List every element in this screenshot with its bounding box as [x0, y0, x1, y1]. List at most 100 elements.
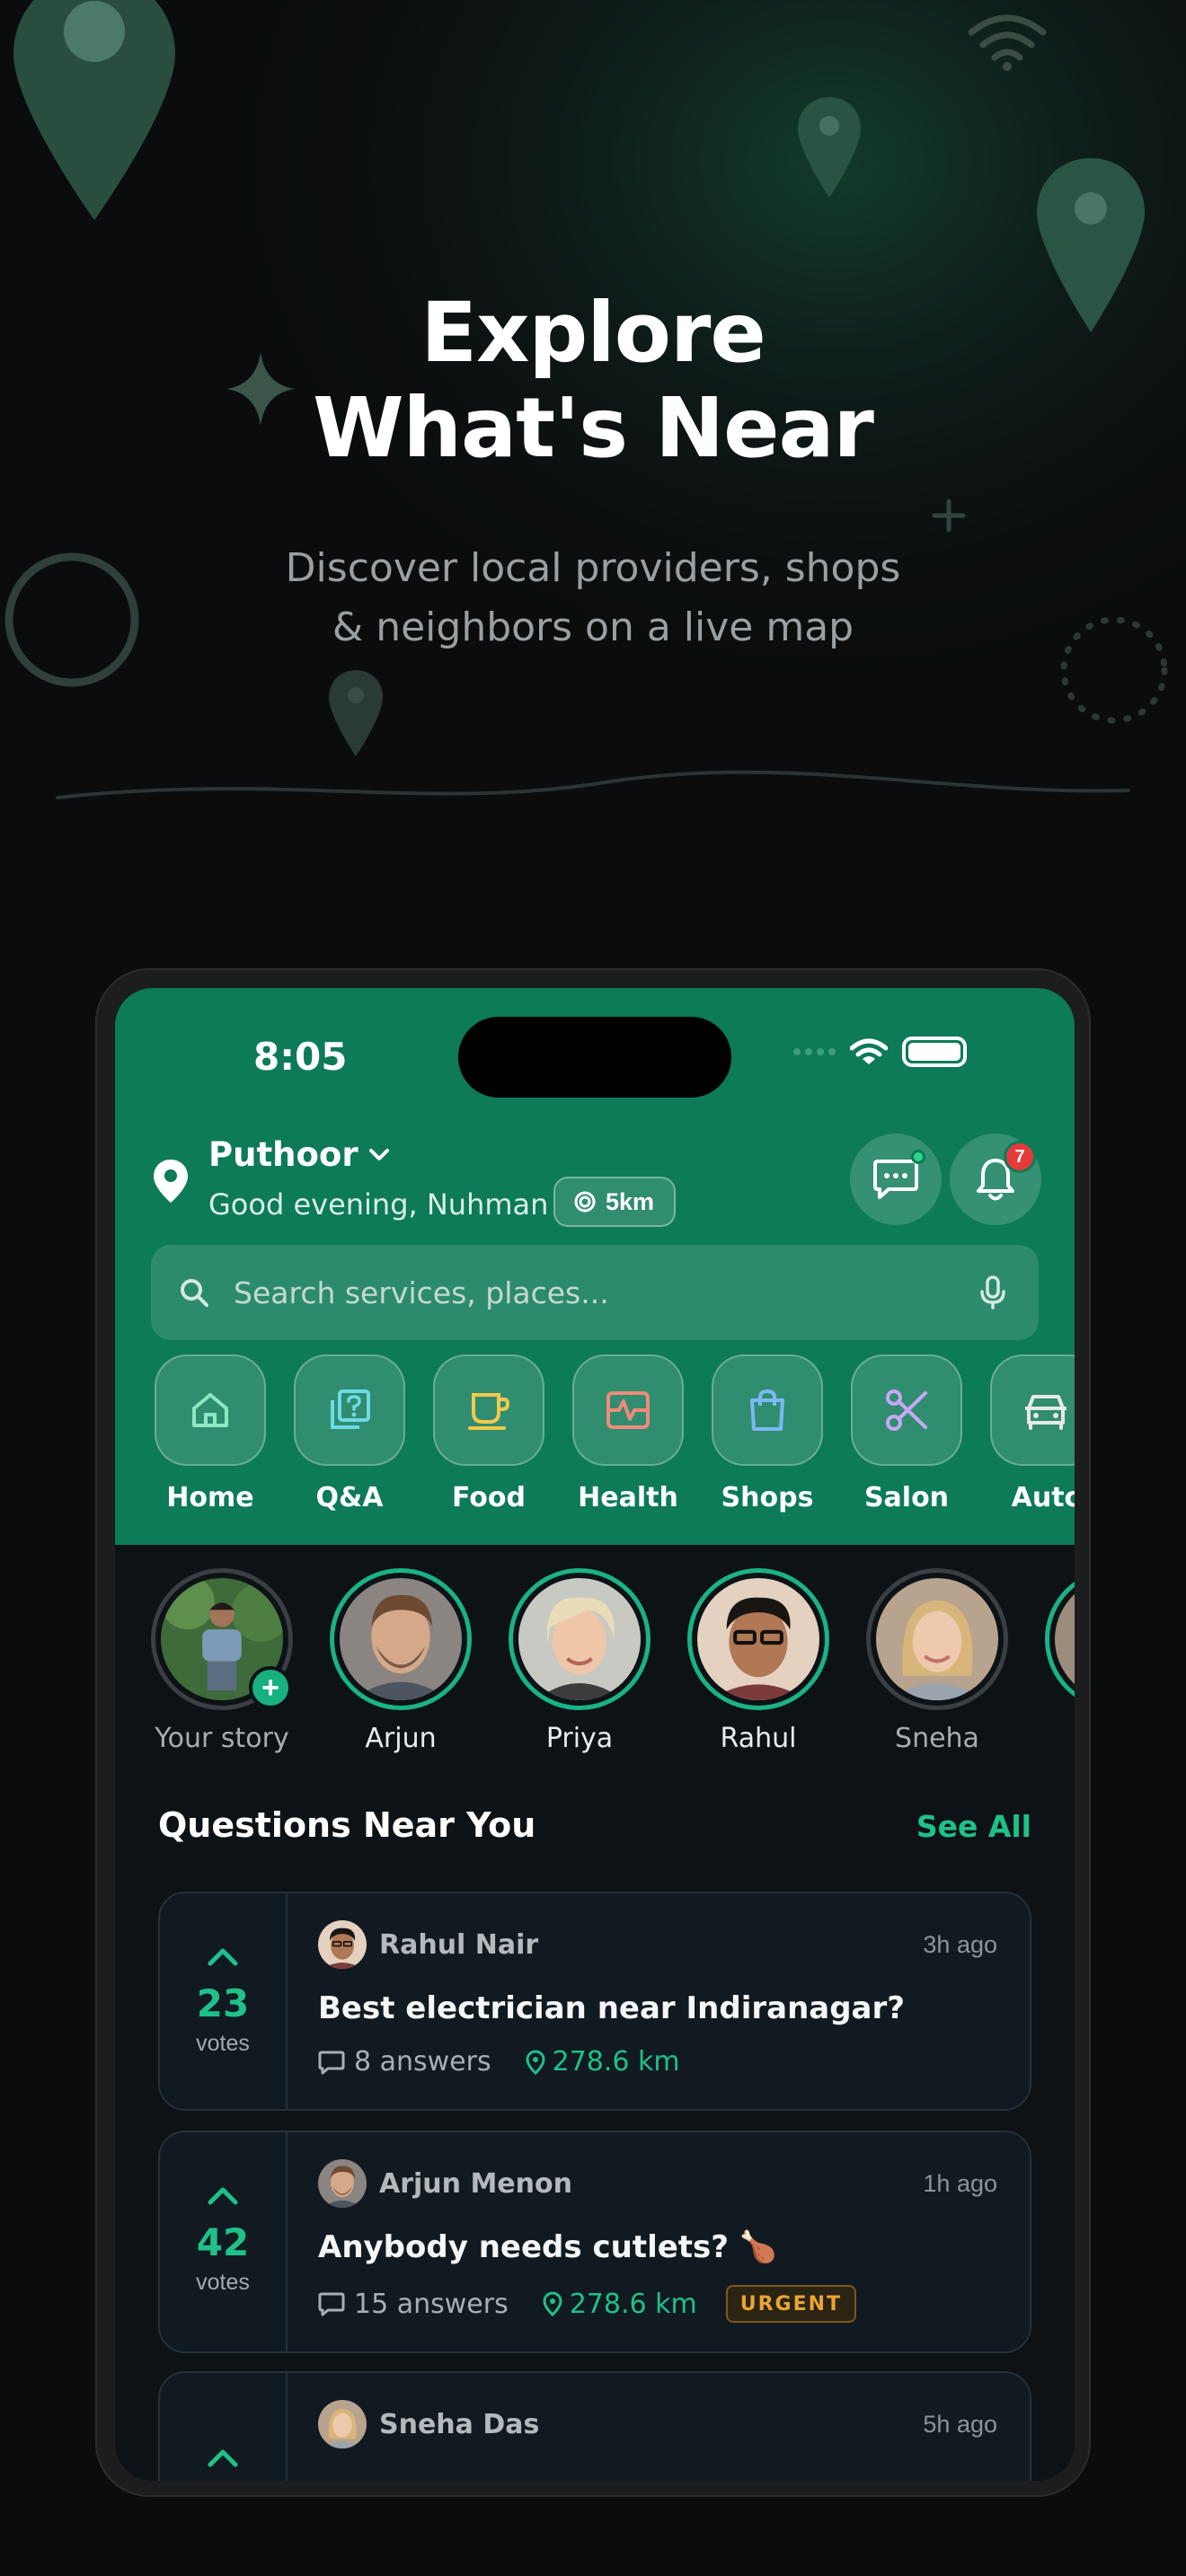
battery-icon — [902, 1037, 967, 1067]
story-item[interactable]: Sneha — [866, 1568, 1008, 1754]
messages-button[interactable] — [850, 1134, 942, 1225]
dynamic-island — [458, 1017, 731, 1098]
vote-column: 23 votes — [160, 1893, 288, 2109]
answers-count: 8 answers — [354, 2046, 491, 2078]
story-own[interactable]: + Your story — [151, 1568, 293, 1754]
avatar — [340, 1578, 462, 1700]
chat-icon — [873, 1160, 918, 1199]
hero-title-line1: Explore — [420, 285, 766, 381]
location-name: Puthoor — [208, 1135, 358, 1174]
distance-value: 278.6 km — [552, 2046, 680, 2078]
category-food[interactable]: Food — [433, 1354, 544, 1513]
question-card[interactable]: 42 votes Arjun Menon 1h ago Anybody need… — [158, 2130, 1031, 2353]
notifications-button[interactable]: 7 — [950, 1134, 1041, 1225]
author-name[interactable]: Rahul Nair — [379, 1929, 538, 1961]
story-ring — [866, 1568, 1008, 1710]
category-tile — [990, 1354, 1075, 1466]
chevron-down-icon — [368, 1148, 389, 1160]
story-ring — [687, 1568, 829, 1710]
post-time: 1h ago — [923, 2169, 997, 2197]
avatar — [318, 2400, 367, 2448]
map-pin-icon — [798, 97, 861, 198]
urgent-badge: URGENT — [725, 2285, 857, 2323]
search-icon — [181, 1279, 208, 1307]
story-name: Rahul — [720, 1723, 797, 1754]
category-home[interactable]: Home — [155, 1354, 266, 1513]
status-icons — [793, 1037, 967, 1067]
search-input[interactable] — [234, 1275, 934, 1310]
category-salon[interactable]: Salon — [851, 1354, 962, 1513]
car-icon — [1025, 1395, 1067, 1430]
author-name[interactable]: Sneha Das — [379, 2409, 539, 2440]
upvote-button[interactable] — [207, 1945, 239, 1967]
greeting-text: Good evening, Nuhman — [208, 1187, 549, 1222]
online-dot — [911, 1150, 925, 1164]
hero-title-line2: What's Near — [313, 380, 874, 476]
add-story-button[interactable]: + — [249, 1666, 292, 1709]
upvote-button[interactable] — [207, 2447, 239, 2468]
category-shops[interactable]: Shops — [712, 1354, 823, 1513]
question-header: Arjun Menon 1h ago — [318, 2159, 997, 2208]
story-item[interactable]: Priya — [509, 1568, 651, 1754]
question-card[interactable]: 23 votes Rahul Nair 3h ago Best electric… — [158, 1892, 1031, 2111]
comment-icon — [318, 2292, 345, 2316]
category-auto[interactable]: Autc — [990, 1354, 1075, 1513]
signal-icon — [793, 1048, 836, 1055]
avatar — [518, 1578, 641, 1700]
location-selector[interactable]: Puthoor — [208, 1135, 391, 1174]
post-time: 5h ago — [923, 2410, 997, 2438]
hero-subtitle-line1: Discover local providers, shops — [285, 545, 901, 591]
avatar — [697, 1578, 819, 1700]
radius-chip[interactable]: 5km — [553, 1177, 677, 1227]
phone-mockup: 8:05 Puthoor Good evening, Nuhman 5km 7 … — [95, 968, 1091, 2497]
question-card[interactable]: Sneha Das 5h ago — [158, 2371, 1031, 2481]
upvote-button[interactable] — [207, 2184, 239, 2206]
phone-screen: 8:05 Puthoor Good evening, Nuhman 5km 7 … — [115, 988, 1075, 2481]
answers-count: 15 answers — [354, 2288, 509, 2320]
see-all-link[interactable]: See All — [916, 1809, 1031, 1844]
map-pin-icon — [329, 670, 383, 756]
category-label: Food — [452, 1482, 526, 1513]
location-pin-icon — [543, 2291, 562, 2316]
story-ring — [509, 1568, 651, 1710]
question-meta: 8 answers 278.6 km — [318, 2046, 997, 2078]
category-label: Salon — [863, 1482, 950, 1513]
question-icon — [331, 1389, 370, 1429]
story-item[interactable]: Arjun — [330, 1568, 472, 1754]
category-row: Home Q&A Food Health Shops Salon Autc — [155, 1354, 1075, 1513]
category-label: Shops — [721, 1482, 814, 1513]
story-item[interactable]: Rahul — [687, 1568, 829, 1754]
category-tile — [294, 1354, 405, 1466]
vote-label: votes — [196, 2270, 250, 2295]
category-health[interactable]: Health — [572, 1354, 684, 1513]
distance: 278.6 km — [543, 2289, 697, 2320]
question-text: Anybody needs cutlets? 🍗 — [318, 2229, 778, 2265]
story-ring: + — [151, 1568, 293, 1710]
wifi-icon — [968, 14, 1047, 71]
vote-count: 42 — [196, 2220, 250, 2264]
home-icon — [192, 1393, 228, 1427]
question-body: Rahul Nair 3h ago Best electrician near … — [318, 1920, 997, 2078]
category-label: Autc — [1011, 1482, 1075, 1513]
story-item[interactable] — [1045, 1568, 1075, 1754]
story-name: Priya — [545, 1723, 614, 1754]
wifi-status-icon — [850, 1038, 888, 1064]
search-bar[interactable] — [151, 1245, 1039, 1340]
category-tile — [433, 1354, 544, 1466]
category-tile — [851, 1354, 962, 1466]
avatar — [1055, 1578, 1075, 1700]
category-qa[interactable]: Q&A — [294, 1354, 405, 1513]
bag-icon — [750, 1389, 784, 1431]
location-pin-icon — [154, 1160, 188, 1203]
author-name[interactable]: Arjun Menon — [379, 2168, 572, 2200]
plus-icon — [932, 498, 966, 533]
category-tile — [155, 1354, 266, 1466]
scissors-icon — [886, 1389, 927, 1431]
question-header: Rahul Nair 3h ago — [318, 1920, 997, 1969]
notification-badge: 7 — [1004, 1141, 1036, 1173]
microphone-icon[interactable] — [979, 1275, 1006, 1310]
map-pin-icon — [13, 0, 175, 220]
hero-subtitle-line2: & neighbors on a live map — [332, 604, 854, 650]
post-time: 3h ago — [923, 1930, 997, 1958]
question-header: Sneha Das 5h ago — [318, 2400, 997, 2448]
